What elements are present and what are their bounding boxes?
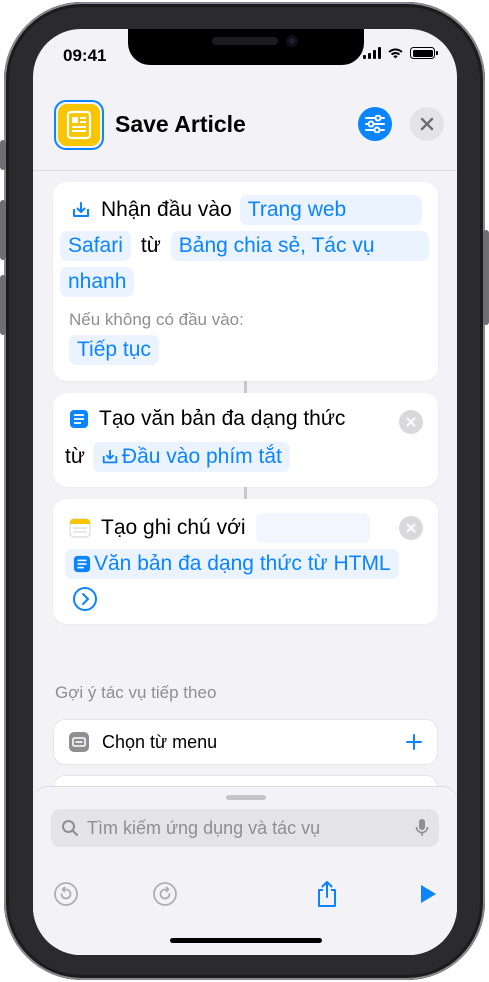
play-icon <box>421 885 436 903</box>
plus-icon[interactable] <box>405 733 423 751</box>
input-type-token[interactable]: Trang web <box>239 195 422 225</box>
receive-input-action[interactable]: Nhận đầu vào Trang web Safari từ Bảng ch… <box>53 182 438 381</box>
action-search-sheet: Tìm kiếm ứng dụng và tác vụ <box>33 787 457 955</box>
share-icon <box>318 881 336 907</box>
front-camera <box>286 35 298 47</box>
undo-button[interactable] <box>52 880 80 908</box>
shortcut-header: Save Article <box>33 87 457 171</box>
action-connector <box>244 381 247 393</box>
action-line: nhanh <box>60 267 135 297</box>
action-line: Nhận đầu vào Trang web <box>71 195 422 225</box>
speaker-grille <box>212 37 278 45</box>
home-indicator <box>170 938 322 943</box>
rich-text-icon <box>73 555 91 573</box>
status-time: 09:41 <box>63 46 107 65</box>
action-line: Tiếp tục <box>69 335 159 365</box>
action-line: Safari từ Bảng chia sẻ, Tác vụ <box>60 231 429 261</box>
shortcut-icon-button[interactable] <box>54 100 104 150</box>
notes-icon <box>69 518 91 538</box>
from-word: từ <box>65 445 85 468</box>
input-source-token-cont[interactable]: nhanh <box>60 267 135 297</box>
input-tray-icon <box>73 202 89 217</box>
token-label: Văn bản đa dạng thức từ HTML <box>94 552 391 575</box>
action-line: từ Đầu vào phím tắt <box>65 442 290 472</box>
close-icon <box>406 523 416 533</box>
search-placeholder: Tìm kiếm ứng dụng và tác vụ <box>87 817 321 838</box>
power-button <box>483 230 489 325</box>
notch <box>128 29 364 65</box>
suggestions-title: Gợi ý tác vụ tiếp theo <box>55 683 217 702</box>
search-bar[interactable]: Tìm kiếm ứng dụng và tác vụ <box>51 809 439 847</box>
undo-icon <box>54 882 78 906</box>
input-tray-icon <box>102 449 118 464</box>
details-button[interactable] <box>358 107 392 141</box>
action-label: Nhận đầu vào <box>101 198 232 221</box>
close-button[interactable] <box>410 107 444 141</box>
cellular-signal-icon <box>363 47 381 59</box>
volume-down-button <box>0 275 6 335</box>
share-button[interactable] <box>313 880 341 908</box>
mute-switch <box>0 140 6 170</box>
sheet-grabber[interactable] <box>226 795 266 800</box>
token-label: Đầu vào phím tắt <box>121 445 282 468</box>
run-button[interactable] <box>414 880 442 908</box>
create-note-action[interactable]: Tạo ghi chú với Văn bản đa dạng thức từ … <box>53 499 438 624</box>
if-no-input-label: Nếu không có đầu vào: <box>69 310 244 329</box>
redo-icon <box>153 882 177 906</box>
remove-action-button[interactable] <box>399 516 423 540</box>
search-icon <box>62 820 78 836</box>
fallback-token[interactable]: Tiếp tục <box>69 335 159 365</box>
menu-icon <box>69 732 89 752</box>
input-source-token[interactable]: Bảng chia sẻ, Tác vụ <box>170 231 429 261</box>
action-label: Tạo văn bản đa dạng thức <box>99 407 346 430</box>
microphone-icon[interactable] <box>415 818 429 838</box>
shortcut-title[interactable]: Save Article <box>115 111 246 138</box>
battery-icon <box>410 47 438 59</box>
rich-text-icon <box>70 410 88 428</box>
action-line: Tạo ghi chú với <box>69 513 370 543</box>
sliders-icon <box>365 115 385 133</box>
action-line: Tạo văn bản đa dạng thức <box>69 407 345 431</box>
action-line: Văn bản đa dạng thức từ HTML <box>65 549 399 579</box>
article-icon <box>58 104 100 146</box>
remove-action-button[interactable] <box>399 410 423 434</box>
volume-up-button <box>0 200 6 260</box>
make-rich-text-action[interactable]: Tạo văn bản đa dạng thức từ Đầu vào phím… <box>53 393 438 487</box>
shortcut-input-token[interactable]: Đầu vào phím tắt <box>92 442 290 472</box>
close-icon <box>406 417 416 427</box>
close-icon <box>420 117 434 131</box>
rich-text-token[interactable]: Văn bản đa dạng thức từ HTML <box>65 549 399 579</box>
folder-parameter-slot[interactable] <box>255 513 370 543</box>
redo-button[interactable] <box>151 880 179 908</box>
suggestion-label: Chọn từ menu <box>102 731 218 752</box>
from-word: từ <box>140 234 161 257</box>
suggestion-item[interactable]: Chọn từ menu <box>53 719 438 765</box>
action-label: Tạo ghi chú với <box>101 516 246 539</box>
action-connector <box>244 487 247 499</box>
input-type-token-cont[interactable]: Safari <box>60 231 131 261</box>
wifi-icon <box>388 48 403 59</box>
status-icons <box>363 47 438 59</box>
screen: 09:41 Save Article Nhận đầu vào Trang we… <box>33 29 457 955</box>
expand-chevron-icon[interactable] <box>72 586 98 612</box>
